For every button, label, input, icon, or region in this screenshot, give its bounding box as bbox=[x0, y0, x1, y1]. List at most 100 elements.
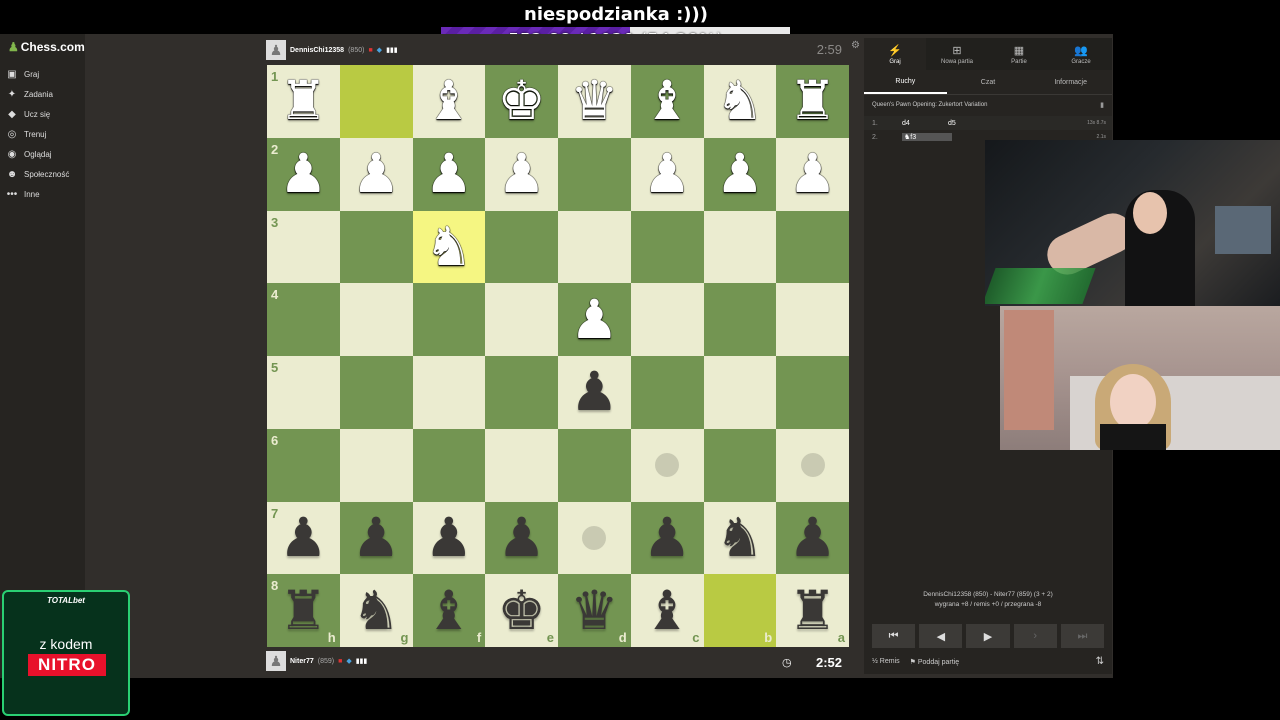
white-knight-icon[interactable]: ♞ bbox=[425, 219, 473, 274]
board-square[interactable]: 4 bbox=[267, 283, 340, 356]
white-bishop-icon[interactable]: ♝ bbox=[643, 74, 691, 128]
panel-tab-3[interactable]: 👥 Gracze bbox=[1050, 38, 1112, 70]
board-square[interactable]: ♞ bbox=[703, 501, 777, 575]
bottom-player-avatar[interactable]: ♟ bbox=[266, 651, 286, 671]
white-pawn-icon[interactable]: ♟ bbox=[497, 147, 545, 201]
board-square[interactable] bbox=[630, 210, 704, 284]
black-knight-icon[interactable]: ♞ bbox=[352, 583, 400, 638]
board-square[interactable]: 3 bbox=[267, 210, 340, 284]
board-square[interactable] bbox=[630, 356, 704, 429]
board-square[interactable] bbox=[630, 283, 704, 356]
board-square[interactable]: g ♞ bbox=[339, 574, 413, 647]
board-square[interactable]: ♟ bbox=[703, 137, 777, 211]
board-square[interactable] bbox=[558, 210, 631, 284]
first-move-button[interactable]: ⏮ bbox=[872, 624, 916, 648]
board-square[interactable] bbox=[339, 65, 413, 138]
board-square[interactable]: 6 bbox=[267, 428, 340, 502]
book-icon[interactable]: ▮ bbox=[1100, 101, 1104, 109]
board-square[interactable] bbox=[485, 428, 558, 502]
sidebar-item-0[interactable]: ▣ Graj bbox=[6, 64, 69, 84]
board-square[interactable]: ♞ bbox=[703, 65, 777, 138]
board-square[interactable] bbox=[703, 428, 777, 502]
white-move[interactable]: ♞f3 bbox=[902, 133, 952, 141]
board-square[interactable]: ♞ bbox=[412, 210, 486, 284]
board-square[interactable] bbox=[339, 356, 413, 429]
board-square[interactable]: a ♜ bbox=[776, 574, 849, 647]
white-rook-icon[interactable]: ♜ bbox=[279, 74, 327, 128]
board-square[interactable] bbox=[776, 283, 849, 356]
resign-button[interactable]: ⚑ Poddaj partię bbox=[910, 658, 960, 666]
board-square[interactable] bbox=[630, 428, 704, 502]
top-player-name[interactable]: DennisChi12358 bbox=[290, 47, 344, 54]
board-square[interactable]: f ♝ bbox=[412, 574, 486, 647]
black-pawn-icon[interactable]: ♟ bbox=[352, 510, 400, 565]
white-pawn-icon[interactable]: ♟ bbox=[279, 147, 327, 201]
last-move-button[interactable]: ⏭ bbox=[1060, 624, 1105, 648]
board-square[interactable]: ♟ bbox=[558, 283, 631, 356]
next-move-button[interactable]: › bbox=[1013, 624, 1057, 648]
black-pawn-icon[interactable]: ♟ bbox=[570, 365, 618, 419]
board-square[interactable] bbox=[776, 356, 849, 429]
board-square[interactable]: ♟ bbox=[412, 137, 486, 211]
board-square[interactable]: e ♚ bbox=[485, 574, 558, 647]
board-square[interactable]: ♝ bbox=[630, 65, 704, 138]
board-square[interactable] bbox=[558, 428, 631, 502]
white-pawn-icon[interactable]: ♟ bbox=[352, 147, 400, 201]
chesscom-logo[interactable]: ♟ Chess.com bbox=[8, 40, 85, 54]
sidebar-item-3[interactable]: ◎ Trenuj bbox=[6, 124, 69, 144]
sidebar-item-5[interactable]: ☻ Społeczność bbox=[6, 164, 70, 184]
bottom-player-name[interactable]: Niter77 bbox=[290, 658, 314, 665]
board-square[interactable]: ♟ bbox=[339, 501, 413, 575]
board-square[interactable] bbox=[558, 137, 631, 211]
board-square[interactable] bbox=[703, 356, 777, 429]
board-square[interactable] bbox=[485, 356, 558, 429]
black-pawn-icon[interactable]: ♟ bbox=[497, 510, 545, 565]
board-square[interactable]: d ♛ bbox=[558, 574, 631, 647]
white-knight-icon[interactable]: ♞ bbox=[716, 74, 764, 128]
black-pawn-icon[interactable]: ♟ bbox=[279, 510, 327, 565]
board-square[interactable]: ♟ bbox=[485, 137, 558, 211]
white-pawn-icon[interactable]: ♟ bbox=[788, 147, 836, 201]
board-square[interactable] bbox=[339, 210, 413, 284]
black-rook-icon[interactable]: ♜ bbox=[279, 583, 327, 638]
prev-move-button[interactable]: ◀ bbox=[919, 624, 963, 648]
play-button[interactable]: ▶ bbox=[966, 624, 1010, 648]
legal-move-dot[interactable] bbox=[800, 453, 825, 478]
sidebar-item-2[interactable]: ◆ Ucz się bbox=[6, 104, 69, 124]
panel-tab-2[interactable]: ▦ Partie bbox=[988, 38, 1050, 70]
sidebar-item-6[interactable]: ••• Inne bbox=[6, 184, 69, 204]
board-square[interactable]: ♟ bbox=[776, 501, 849, 575]
board-square[interactable] bbox=[776, 210, 849, 284]
board-square[interactable]: 1 ♜ bbox=[267, 65, 340, 138]
panel-tab-0[interactable]: ⚡ Graj bbox=[864, 38, 926, 70]
black-king-icon[interactable]: ♚ bbox=[497, 583, 545, 638]
board-square[interactable] bbox=[339, 283, 413, 356]
white-bishop-icon[interactable]: ♝ bbox=[425, 74, 473, 128]
board-square[interactable]: ♟ bbox=[630, 137, 704, 211]
board-square[interactable]: ♟ bbox=[412, 501, 486, 575]
board-square[interactable] bbox=[412, 428, 486, 502]
sidebar-item-1[interactable]: ✦ Zadania bbox=[6, 84, 69, 104]
white-move[interactable]: d4 bbox=[902, 120, 948, 127]
board-square[interactable]: 8 h ♜ bbox=[267, 574, 340, 647]
black-pawn-icon[interactable]: ♟ bbox=[425, 510, 473, 565]
board-square[interactable]: 5 bbox=[267, 356, 340, 429]
white-rook-icon[interactable]: ♜ bbox=[788, 74, 836, 128]
flip-board-icon[interactable]: ⇅ bbox=[1096, 656, 1104, 667]
black-queen-icon[interactable]: ♛ bbox=[570, 583, 618, 638]
board-square[interactable]: ♛ bbox=[558, 65, 631, 138]
white-pawn-icon[interactable]: ♟ bbox=[570, 292, 618, 347]
board-square[interactable] bbox=[412, 283, 486, 356]
white-pawn-icon[interactable]: ♟ bbox=[716, 147, 764, 201]
sub-tab-2[interactable]: Informacje bbox=[1029, 70, 1112, 94]
board-square[interactable] bbox=[485, 210, 558, 284]
board-square[interactable]: ♟ bbox=[776, 137, 849, 211]
legal-move-dot[interactable] bbox=[582, 525, 607, 550]
legal-move-dot[interactable] bbox=[655, 453, 680, 478]
black-move[interactable]: d5 bbox=[948, 120, 1068, 127]
board-square[interactable]: 7 ♟ bbox=[267, 501, 340, 575]
board-square[interactable]: ♜ bbox=[776, 65, 849, 138]
board-square[interactable]: ♟ bbox=[630, 501, 704, 575]
board-square[interactable]: ♟ bbox=[485, 501, 558, 575]
board-square[interactable] bbox=[485, 283, 558, 356]
